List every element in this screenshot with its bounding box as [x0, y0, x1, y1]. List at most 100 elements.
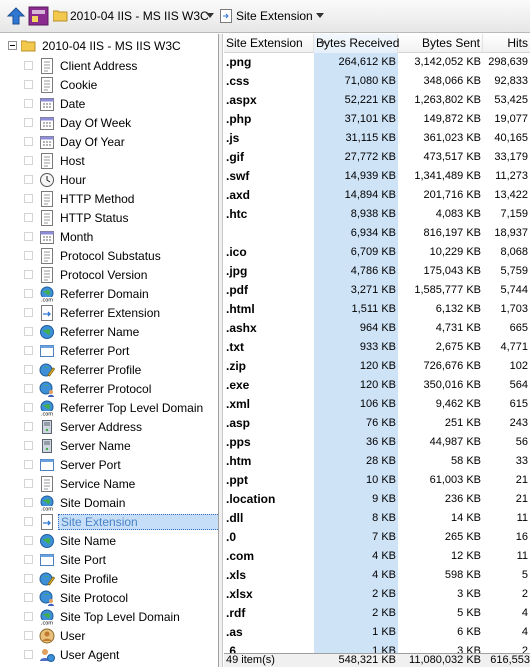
tree-item[interactable]: Service Name [24, 474, 137, 493]
table-row[interactable]: .dll 8 KB 14 KB 11 [224, 509, 530, 528]
table-row[interactable]: .htm 28 KB 58 KB 33 [224, 452, 530, 471]
tree-checkbox[interactable] [24, 213, 33, 222]
table-row[interactable]: .asp 76 KB 251 KB 243 [224, 414, 530, 433]
table-row[interactable]: .ppt 10 KB 61,003 KB 21 [224, 471, 530, 490]
breadcrumb-report[interactable]: 2010-04 IIS - MS IIS W3C [70, 9, 209, 23]
tree-root[interactable]: 2010-04 IIS - MS IIS W3C [8, 37, 183, 54]
tree-item[interactable]: .com Site Domain [24, 493, 127, 512]
table-row[interactable]: .aspx 52,221 KB 1,263,802 KB 53,425 [224, 91, 530, 110]
tree-item[interactable]: Site Extension [24, 512, 218, 531]
tree-checkbox[interactable] [24, 118, 33, 127]
tree-item[interactable]: Referrer Profile [24, 360, 143, 379]
tree-checkbox[interactable] [24, 460, 33, 469]
tree-item[interactable]: Site Protocol [24, 588, 130, 607]
tree-item[interactable]: User [24, 626, 87, 645]
tree-item[interactable]: Host [24, 151, 87, 170]
column-header-hits[interactable]: Hits [483, 34, 530, 53]
table-row[interactable]: .js 31,115 KB 361,023 KB 40,165 [224, 129, 530, 148]
tree-item[interactable]: Day Of Year [24, 132, 127, 151]
tree-item[interactable]: .com Referrer Domain [24, 284, 151, 303]
pane-splitter[interactable] [219, 34, 223, 667]
tree-item[interactable]: Client Address [24, 56, 139, 75]
tree-checkbox[interactable] [24, 612, 33, 621]
tree-checkbox[interactable] [24, 270, 33, 279]
tree-checkbox[interactable] [24, 593, 33, 602]
table-row[interactable]: .jpg 4,786 KB 175,043 KB 5,759 [224, 262, 530, 281]
tree-checkbox[interactable] [24, 175, 33, 184]
tree-checkbox[interactable] [24, 365, 33, 374]
table-row[interactable]: .pps 36 KB 44,987 KB 56 [224, 433, 530, 452]
tree-checkbox[interactable] [24, 308, 33, 317]
table-row[interactable]: .xlsx 2 KB 3 KB 2 [224, 585, 530, 604]
collapse-icon[interactable] [8, 41, 17, 50]
tree-item[interactable]: Referrer Extension [24, 303, 162, 322]
breadcrumb-view[interactable]: Site Extension [236, 9, 313, 23]
table-row[interactable]: .com 4 KB 12 KB 11 [224, 547, 530, 566]
tree-checkbox[interactable] [24, 631, 33, 640]
table-row[interactable]: .exe 120 KB 350,016 KB 564 [224, 376, 530, 395]
tree-item[interactable]: Site Name [24, 531, 118, 550]
tree-item[interactable]: HTTP Method [24, 189, 136, 208]
tree-checkbox[interactable] [24, 517, 33, 526]
tree-item[interactable]: Referrer Name [24, 322, 141, 341]
tree-checkbox[interactable] [24, 422, 33, 431]
table-row[interactable]: 6,934 KB 816,197 KB 18,937 [224, 224, 530, 243]
tree-checkbox[interactable] [24, 479, 33, 488]
table-row[interactable]: .gif 27,772 KB 473,517 KB 33,179 [224, 148, 530, 167]
tree-item[interactable]: Server Name [24, 436, 133, 455]
tree-item[interactable]: Site Profile [24, 569, 120, 588]
tree-checkbox[interactable] [24, 555, 33, 564]
up-arrow-icon[interactable] [6, 6, 26, 26]
tree-checkbox[interactable] [24, 650, 33, 659]
table-row[interactable]: .xls 4 KB 598 KB 5 [224, 566, 530, 585]
table-row[interactable]: .0 7 KB 265 KB 16 [224, 528, 530, 547]
tree-item[interactable]: Server Address [24, 417, 144, 436]
table-row[interactable]: .zip 120 KB 726,676 KB 102 [224, 357, 530, 376]
tree-item[interactable]: Site Port [24, 550, 108, 569]
column-header-site-extension[interactable]: Site Extension [224, 34, 314, 53]
table-row[interactable]: .location 9 KB 236 KB 21 [224, 490, 530, 509]
tree-item[interactable]: Server Port [24, 455, 123, 474]
table-row[interactable]: .css 71,080 KB 348,066 KB 92,833 [224, 72, 530, 91]
table-row[interactable]: .htc 8,938 KB 4,083 KB 7,159 [224, 205, 530, 224]
column-header-bytes-sent[interactable]: Bytes Sent [398, 34, 483, 53]
tree-checkbox[interactable] [24, 346, 33, 355]
tree-checkbox[interactable] [24, 251, 33, 260]
tree-checkbox[interactable] [24, 137, 33, 146]
tree-item[interactable]: HTTP Status [24, 208, 130, 227]
tree-checkbox[interactable] [24, 80, 33, 89]
chevron-down-icon[interactable] [206, 13, 214, 18]
tree-checkbox[interactable] [24, 194, 33, 203]
table-row[interactable]: .html 1,511 KB 6,132 KB 1,703 [224, 300, 530, 319]
tree-checkbox[interactable] [24, 536, 33, 545]
table-row[interactable]: .rdf 2 KB 5 KB 4 [224, 604, 530, 623]
tree-item[interactable]: .com Referrer Top Level Domain [24, 398, 205, 417]
column-header-bytes-received[interactable]: Bytes Received [314, 34, 399, 53]
tree-checkbox[interactable] [24, 384, 33, 393]
tree-checkbox[interactable] [24, 403, 33, 412]
tree-item[interactable]: Protocol Substatus [24, 246, 163, 265]
tree-item[interactable]: Day Of Week [24, 113, 133, 132]
app-menu-icon[interactable] [28, 6, 49, 26]
table-row[interactable]: .xml 106 KB 9,462 KB 615 [224, 395, 530, 414]
tree-checkbox[interactable] [24, 99, 33, 108]
tree-checkbox[interactable] [24, 232, 33, 241]
table-row[interactable]: .txt 933 KB 2,675 KB 4,771 [224, 338, 530, 357]
tree-checkbox[interactable] [24, 61, 33, 70]
tree-checkbox[interactable] [24, 327, 33, 336]
tree-item[interactable]: Month [24, 227, 95, 246]
table-row[interactable]: .png 264,612 KB 3,142,052 KB 298,639 [224, 53, 530, 72]
tree-item[interactable]: User Agent [24, 645, 121, 664]
tree-checkbox[interactable] [24, 498, 33, 507]
tree-item[interactable]: Referrer Port [24, 341, 131, 360]
tree-checkbox[interactable] [24, 441, 33, 450]
tree-item[interactable]: Protocol Version [24, 265, 149, 284]
tree-checkbox[interactable] [24, 574, 33, 583]
tree-checkbox[interactable] [24, 289, 33, 298]
table-row[interactable]: .axd 14,894 KB 201,716 KB 13,422 [224, 186, 530, 205]
table-row[interactable]: .swf 14,939 KB 1,341,489 KB 11,273 [224, 167, 530, 186]
table-row[interactable]: .ico 6,709 KB 10,229 KB 8,068 [224, 243, 530, 262]
chevron-down-icon[interactable] [316, 13, 324, 18]
table-row[interactable]: .pdf 3,271 KB 1,585,777 KB 5,744 [224, 281, 530, 300]
tree-checkbox[interactable] [24, 156, 33, 165]
